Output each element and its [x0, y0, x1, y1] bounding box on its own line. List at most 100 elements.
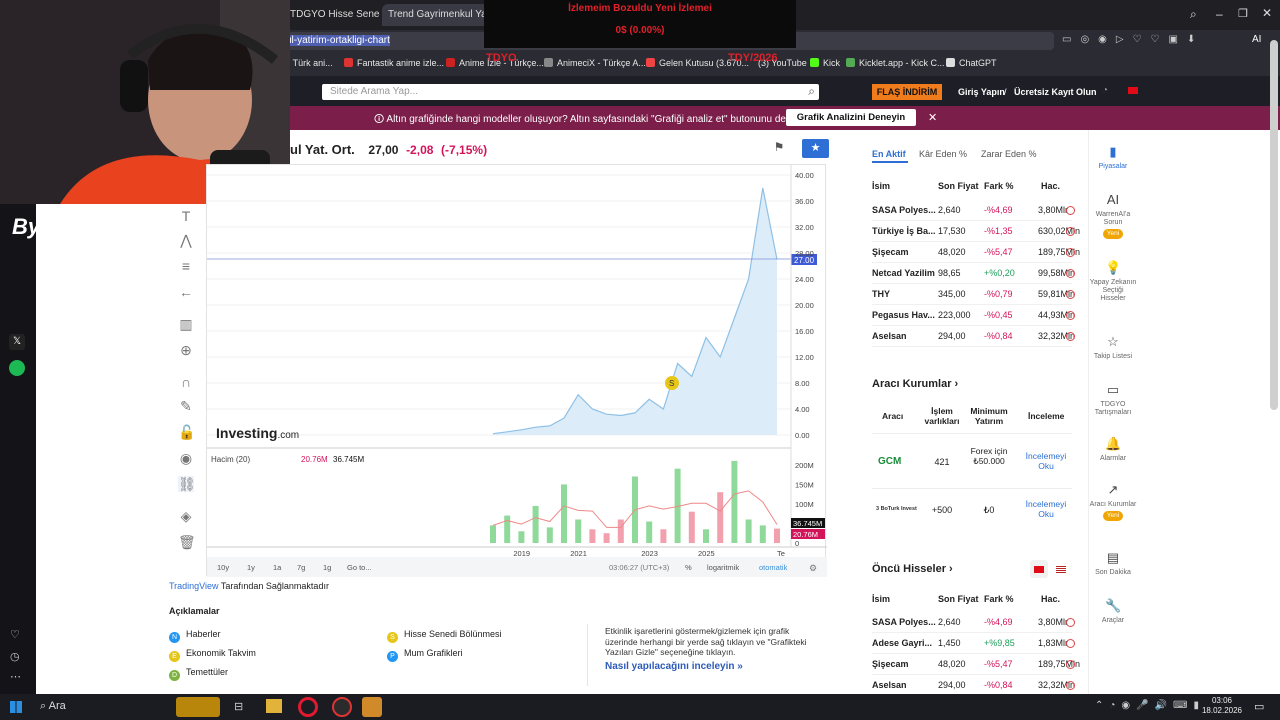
- close-window-icon[interactable]: ✕: [1262, 6, 1272, 20]
- leaders-title[interactable]: Öncü Hisseler ›: [872, 563, 953, 575]
- tab-losers[interactable]: Zarar Eden %: [981, 149, 1037, 159]
- most-active-row[interactable]: Aselsan 294,00 -%0,84 32,32Mln: [872, 326, 1075, 347]
- boturk-review-link[interactable]: İncelemeyi Oku: [1020, 499, 1072, 519]
- more-icon[interactable]: ⋯: [10, 670, 21, 683]
- register-link[interactable]: Ücretsiz Kayıt Olun: [1014, 87, 1097, 97]
- leader-row[interactable]: SASA Polyes... 2,640 -%4,69 3,80Mlr: [872, 612, 1075, 633]
- minimize-icon[interactable]: –: [1216, 7, 1223, 21]
- tab-tdgyo[interactable]: TDGYO Hisse Senedi Fiyat: [284, 4, 380, 26]
- layers-icon[interactable]: ◈: [178, 508, 194, 524]
- fib-tool-icon[interactable]: ≡: [178, 258, 194, 274]
- nav-news[interactable]: ▤ Son Dakika: [1089, 550, 1137, 577]
- price-chart[interactable]: 27.00 40.00 36.00 32.00 28.00 24.00 20.00 16.0…: [206, 164, 827, 577]
- lock-icon[interactable]: 🔓: [178, 424, 195, 440]
- add-alert-icon[interactable]: ⚑: [768, 140, 790, 158]
- site-search[interactable]: Sitede Arama Yap... ⌕: [322, 84, 819, 100]
- nav-wrench[interactable]: 🔧 Araçlar: [1089, 598, 1137, 625]
- file-explorer-icon[interactable]: [266, 699, 282, 713]
- most-active-row[interactable]: SASA Polyes... 2,640 -%4,69 3,80Mlr: [872, 200, 1075, 221]
- nav-bar-chart[interactable]: ▮ Piyasalar: [1089, 144, 1137, 171]
- log-toggle[interactable]: logaritmik: [707, 563, 739, 572]
- chart-settings-icon[interactable]: ⚙: [809, 563, 817, 573]
- trash-icon[interactable]: 🗑: [178, 534, 196, 550]
- search-icon[interactable]: ⌕: [808, 84, 815, 99]
- pattern-tool-icon[interactable]: ⋀: [178, 232, 194, 248]
- page-scrollbar[interactable]: [1270, 40, 1278, 410]
- clock-icon[interactable]: [1066, 332, 1075, 341]
- leader-row[interactable]: Aselsan 294,00 -%0,84 32,32Mln: [872, 675, 1075, 696]
- bookmark-8[interactable]: Kicklet.app - Kick C...: [846, 58, 945, 68]
- clock-icon[interactable]: [1066, 681, 1075, 690]
- gcm-review-link[interactable]: İncelemeyi Oku: [1020, 451, 1072, 471]
- zoom-icon[interactable]: ⊕: [178, 342, 194, 358]
- clock-icon[interactable]: [1066, 618, 1075, 627]
- nav-star[interactable]: ☆ Takip Listesi: [1089, 334, 1137, 361]
- tray-icons[interactable]: ⌃◔◉🎤🔊⌨▮: [1095, 700, 1205, 711]
- tab-trend[interactable]: Trend Gayrimenkul Yatırım: [382, 4, 496, 26]
- clock-icon[interactable]: [1066, 639, 1075, 648]
- ai-button[interactable]: AI: [1252, 34, 1261, 45]
- leader-row[interactable]: Adese Gayri... 1,450 +%9,85 1,83Mlr: [872, 633, 1075, 654]
- broker-title[interactable]: Aracı Kurumlar ›: [872, 378, 958, 390]
- most-active-row[interactable]: Pegasus Hav... 223,000 -%0,45 44,93Mln: [872, 305, 1075, 326]
- windows-start-icon[interactable]: [10, 701, 22, 713]
- flash-sale-button[interactable]: FLAŞ İNDİRİM: [872, 84, 942, 100]
- bookmark-2[interactable]: Fantastik anime izle...: [344, 58, 444, 68]
- task-view-icon[interactable]: ⊟: [234, 700, 243, 713]
- history-icon[interactable]: ◷: [10, 650, 20, 663]
- range-button[interactable]: 7g: [297, 563, 305, 572]
- restore-icon[interactable]: ❐: [1238, 7, 1248, 20]
- weather-widget-icon[interactable]: [176, 697, 220, 717]
- howto-link[interactable]: Nasıl yapılacağını inceleyin »: [605, 661, 743, 672]
- nav-chat[interactable]: ▭ TDGYO Tartışmaları: [1089, 382, 1137, 417]
- range-button[interactable]: Go to...: [347, 563, 372, 572]
- obs-icon[interactable]: [332, 697, 352, 717]
- nav-bell[interactable]: 🔔 Alarmlar: [1089, 436, 1137, 463]
- taskbar-search[interactable]: ⌕ Ara: [40, 700, 66, 713]
- nav-trend[interactable]: ↗ Aracı Kurumlar Yeni: [1089, 482, 1137, 521]
- us-flag-icon[interactable]: [1056, 566, 1066, 573]
- most-active-row[interactable]: Türkiye İş Ba... 17,530 -%1,35 630,02Mln: [872, 221, 1080, 242]
- app-icon[interactable]: [362, 697, 382, 717]
- clock-icon[interactable]: [1066, 660, 1075, 669]
- clock-icon[interactable]: [1066, 227, 1075, 236]
- clock-icon[interactable]: [1066, 311, 1075, 320]
- range-button[interactable]: 1g: [323, 563, 331, 572]
- toolbar-icons[interactable]: ▭◎◉▷♡♡▣⬇: [1062, 34, 1204, 45]
- promo-close-icon[interactable]: ✕: [928, 111, 937, 124]
- bookmark-1[interactable]: | Türk ani...: [288, 58, 333, 68]
- bookmark-9[interactable]: ChatGPT: [946, 58, 997, 68]
- nav-ai[interactable]: AI WarrenAI'a Sorun Yeni: [1089, 192, 1137, 239]
- auto-toggle[interactable]: otomatik: [759, 563, 788, 572]
- eye-icon[interactable]: ◉: [178, 450, 194, 466]
- heart-icon[interactable]: ♡: [10, 628, 20, 641]
- tradingview-link[interactable]: TradingView: [169, 581, 219, 591]
- range-button[interactable]: 1y: [247, 563, 255, 572]
- magnet-icon[interactable]: ∩: [178, 374, 194, 390]
- opera-icon[interactable]: [298, 697, 318, 717]
- measure-tool-icon[interactable]: ▥: [178, 316, 194, 332]
- nav-bulb[interactable]: 💡 Yapay Zekanın Seçtiği Hisseler: [1089, 260, 1137, 303]
- clock-icon[interactable]: [1066, 269, 1075, 278]
- search-tabs-icon[interactable]: ⌕: [1190, 7, 1197, 22]
- range-button[interactable]: 10y: [217, 563, 229, 572]
- clock-icon[interactable]: [1066, 248, 1075, 257]
- clock-icon[interactable]: ◔: [1102, 85, 1108, 96]
- promo-button[interactable]: Grafik Analizini Deneyin: [786, 109, 916, 126]
- most-active-row[interactable]: Netcad Yazilim 98,65 +%0,20 99,58Mln: [872, 263, 1075, 284]
- most-active-row[interactable]: Şişecam 48,020 -%5,47 189,75Mln: [872, 242, 1080, 263]
- clock[interactable]: 03:06 18.02.2026: [1200, 696, 1244, 716]
- x-icon[interactable]: 𝕏: [9, 334, 25, 350]
- tab-gainers[interactable]: Kâr Eden %: [919, 149, 967, 159]
- range-button[interactable]: 1a: [273, 563, 282, 572]
- leader-row[interactable]: Şişecam 48,020 -%5,47 189,75Mln: [872, 654, 1080, 675]
- text-tool-icon[interactable]: T: [178, 208, 194, 224]
- turkey-filter[interactable]: [1030, 560, 1048, 578]
- clock-icon[interactable]: [1066, 290, 1075, 299]
- notifications-icon[interactable]: ▭: [1254, 700, 1264, 713]
- bookmark-4[interactable]: AnimeciX - Türkçe A...: [544, 58, 646, 68]
- tab-most-active[interactable]: En Aktif: [872, 149, 906, 159]
- most-active-row[interactable]: THY 345,00 -%0,79 59,81Mln: [872, 284, 1075, 305]
- percent-toggle[interactable]: %: [685, 563, 692, 572]
- back-arrow-icon[interactable]: ←: [178, 284, 194, 300]
